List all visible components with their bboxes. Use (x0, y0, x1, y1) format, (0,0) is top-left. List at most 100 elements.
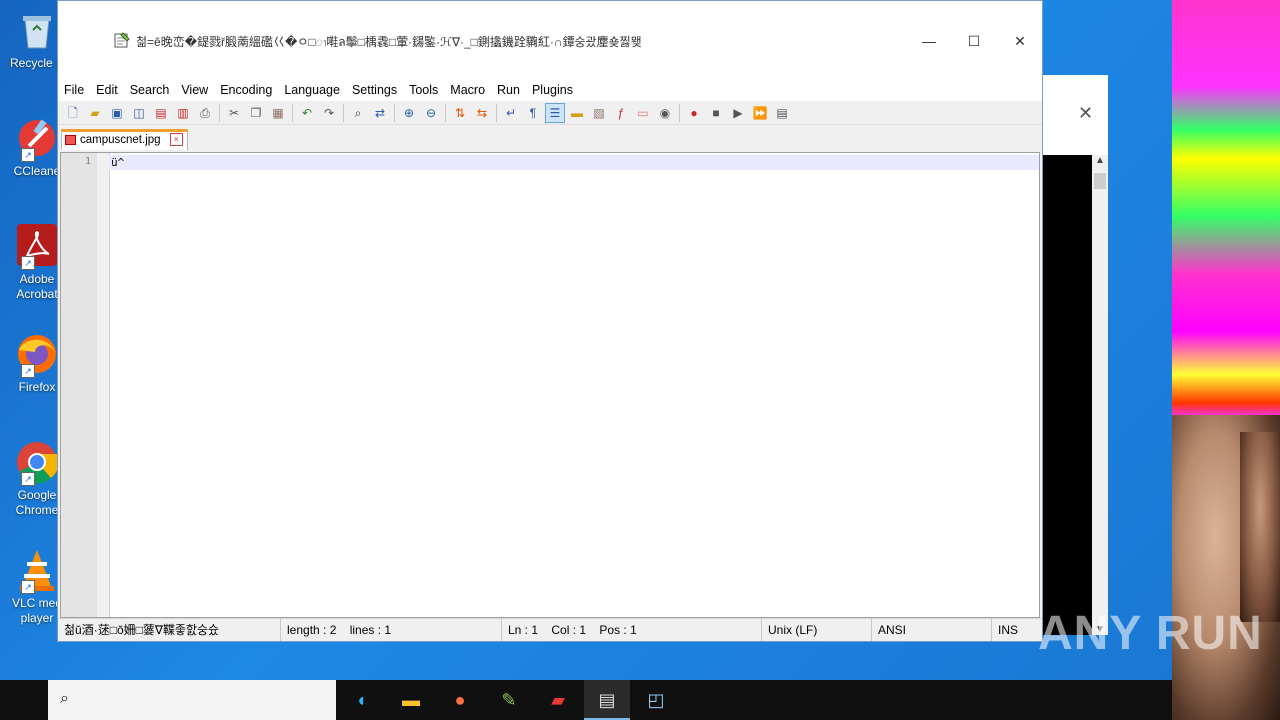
menu-edit[interactable]: Edit (90, 79, 124, 101)
menu-encoding[interactable]: Encoding (214, 79, 278, 101)
status-bar: 첢ŭ酒·蒁□ŏ姍□蔢∇鞢좋핤숭슜 length : 2 lines : 1 Ln… (58, 618, 1042, 641)
close-button[interactable]: ✕ (997, 27, 1043, 55)
paste-icon[interactable]: ▦ (269, 104, 287, 122)
stop-record-icon[interactable]: ■ (707, 104, 725, 122)
ccleaner-icon: ↗ (15, 116, 59, 162)
network-app-taskbar-icon[interactable]: ◰ (633, 680, 679, 720)
adobe-acrobat-icon: ↗ (15, 224, 59, 270)
status-length: length : 2 (287, 623, 337, 637)
watermark-logo: ANY RUN (1038, 607, 1263, 660)
desktop-icon-label: Google Chrome (15, 488, 59, 517)
app-taskbar-icon[interactable]: ▰ (535, 680, 581, 720)
print-icon[interactable]: ⎙ (196, 104, 214, 122)
shortcut-arrow-icon: ↗ (21, 472, 35, 486)
menu-run[interactable]: Run (491, 79, 526, 101)
face-photo-secondary (1240, 432, 1280, 622)
unsaved-file-icon (65, 135, 76, 145)
status-lines: lines : 1 (349, 623, 392, 637)
tab-label: campuscnet.jpg (80, 134, 161, 146)
shortcut-arrow-icon: ↗ (21, 256, 35, 270)
file-explorer-icon[interactable]: ▬ (388, 680, 434, 720)
fold-margin (97, 153, 109, 617)
save-all-icon[interactable]: ◫ (130, 104, 148, 122)
copy-icon[interactable]: ❐ (247, 104, 265, 122)
doc-map-icon[interactable]: ▧ (590, 104, 608, 122)
save-macro-icon[interactable]: ▤ (773, 104, 791, 122)
desktop-icon-label: Firefox (18, 380, 56, 394)
desktop-icon-label: Adobe Acrobat (16, 272, 58, 301)
desktop-icon-label: CCleane (13, 164, 61, 178)
notepad-taskbar-icon[interactable]: ✎ (486, 680, 532, 720)
function-list-icon[interactable]: ƒ (612, 104, 630, 122)
cut-icon[interactable]: ✂ (225, 104, 243, 122)
menu-file[interactable]: File (58, 79, 90, 101)
status-encoding: ANSI (871, 619, 991, 641)
scroll-up-icon[interactable]: ▲ (1095, 155, 1105, 166)
firefox-icon: ↗ (15, 332, 59, 378)
scrollbar[interactable]: ▲ ▼ (1092, 155, 1108, 635)
status-pos: Pos : 1 (599, 623, 637, 637)
undo-icon[interactable]: ↶ (298, 104, 316, 122)
find-icon[interactable]: ⌕ (349, 104, 367, 122)
line-number-gutter: 1 (61, 153, 110, 617)
scroll-thumb[interactable] (1094, 173, 1106, 189)
status-col: Col : 1 (551, 623, 587, 637)
indent-guide-icon[interactable]: ☰ (545, 103, 565, 123)
status-length-lines: length : 2 lines : 1 (280, 619, 502, 641)
run-macro-multiple-icon[interactable]: ⏩ (751, 104, 769, 122)
menu-plugins[interactable]: Plugins (526, 79, 579, 101)
word-wrap-icon[interactable]: ↵ (502, 104, 520, 122)
chrome-icon: ↗ (15, 440, 59, 486)
record-macro-icon[interactable]: ● (685, 104, 703, 122)
close-icon[interactable]: ✕ (1078, 103, 1093, 124)
window-title: 첢=ê晚峦�鍉戮ř腶萳縕礛巜�ㅇ□ၢ嚡ล鬡□楀毳□葷·鐋鍳·ℋ∇·_□鍘攭鐖跧驧… (136, 35, 642, 49)
current-line[interactable]: ü^ (109, 155, 1039, 170)
monitoring-icon[interactable]: ◉ (656, 104, 674, 122)
sync-vertical-icon[interactable]: ⇅ (451, 104, 469, 122)
firefox-taskbar-icon[interactable]: ● (437, 680, 483, 720)
menu-view[interactable]: View (175, 79, 214, 101)
tab-close-icon[interactable]: × (169, 133, 183, 147)
close-file-icon[interactable]: ▤ (152, 104, 170, 122)
status-file-type: 첢ŭ酒·蒁□ŏ姍□蔢∇鞢좋핤숭슜 (64, 623, 220, 637)
status-position: Ln : 1 Col : 1 Pos : 1 (501, 619, 761, 641)
minimize-button[interactable]: — (906, 27, 952, 55)
desktop-icon-label: VLC med player (11, 596, 63, 625)
close-all-icon[interactable]: ▥ (174, 104, 192, 122)
new-file-icon[interactable]: 🗋 (64, 104, 82, 122)
folder-as-workspace-icon[interactable]: ▬ (568, 104, 586, 122)
show-all-chars-icon[interactable]: ¶ (524, 104, 542, 122)
shortcut-arrow-icon: ↗ (21, 364, 35, 378)
taskbar-search[interactable]: ⌕ (48, 680, 336, 720)
maximize-button[interactable]: ☐ (951, 27, 997, 55)
tab-campuscnet[interactable]: campuscnet.jpg × (61, 129, 188, 150)
redo-icon[interactable]: ↷ (320, 104, 338, 122)
menu-settings[interactable]: Settings (346, 79, 403, 101)
window-taskbar-icon[interactable]: ▤ (584, 680, 630, 720)
menu-bar: File Edit Search View Encoding Language Settin… (58, 79, 1042, 101)
menu-tools[interactable]: Tools (403, 79, 444, 101)
playback-icon[interactable]: ▶ (729, 104, 747, 122)
shortcut-arrow-icon: ↗ (21, 148, 35, 162)
search-icon: ⌕ (60, 690, 69, 707)
status-mode: INS (991, 619, 1042, 641)
zoom-out-icon[interactable]: ⊖ (422, 104, 440, 122)
sync-horizontal-icon[interactable]: ⇆ (473, 104, 491, 122)
replace-icon[interactable]: ⇄ (371, 104, 389, 122)
title-bar[interactable]: 첢=ê晚峦�鍉戮ř腶萳縕礛巜�ㅇ□ၢ嚡ล鬡□楀毳□葷·鐋鍳·ℋ∇·_□鍘攭鐖跧驧… (58, 1, 1042, 79)
folder-icon[interactable]: ▭ (634, 104, 652, 122)
tab-bar: campuscnet.jpg × (58, 126, 1042, 152)
editor-area[interactable]: 1 ü^ (60, 152, 1040, 618)
save-icon[interactable]: ▣ (108, 104, 126, 122)
menu-search[interactable]: Search (124, 79, 176, 101)
status-ln: Ln : 1 (508, 623, 539, 637)
open-file-icon[interactable]: ▰ (86, 104, 104, 122)
menu-macro[interactable]: Macro (444, 79, 491, 101)
notepad-window[interactable]: 첢=ê晚峦�鍉戮ř腶萳縕礛巜�ㅇ□ၢ嚡ล鬡□楀毳□葷·鐋鍳·ℋ∇·_□鍘攭鐖跧驧… (57, 0, 1043, 642)
vlc-icon: ↗ (15, 548, 59, 594)
background-window[interactable]: ✕ ▲ ▼ (1042, 75, 1108, 635)
menu-language[interactable]: Language (278, 79, 346, 101)
edge-icon[interactable]: ◐ (340, 680, 386, 720)
zoom-in-icon[interactable]: ⊕ (400, 104, 418, 122)
recycle-bin-icon (15, 8, 59, 52)
